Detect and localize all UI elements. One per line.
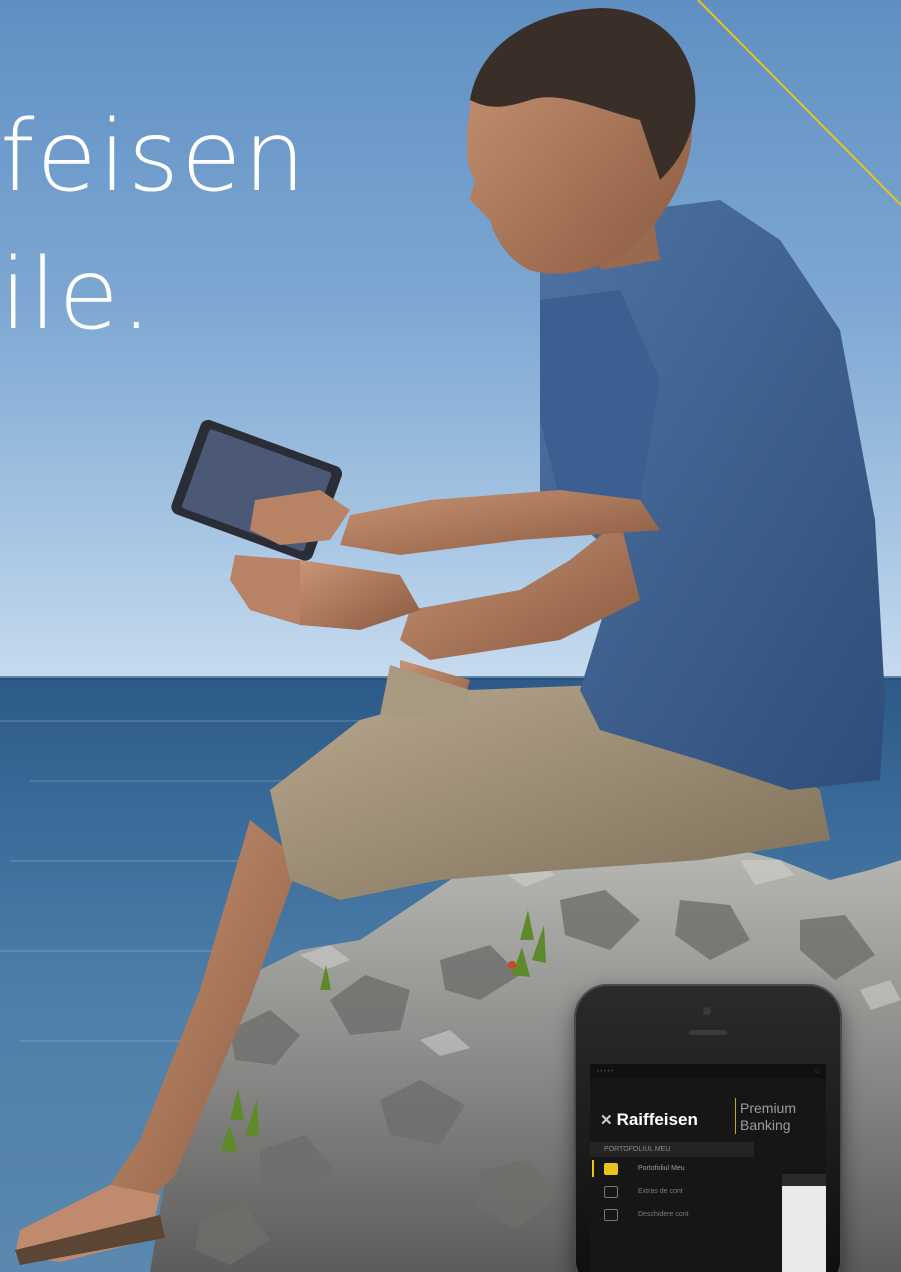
open-account-icon <box>604 1208 618 1221</box>
menu-item-label: Portofoliul Meu <box>638 1165 685 1172</box>
section-header: PORTOFOLIUL MEU <box>590 1142 754 1157</box>
brand-logo: ✕ Raiffeisen <box>600 1110 698 1130</box>
side-panel-preview <box>782 1174 826 1272</box>
menu-item-label: Deschidere cont <box>638 1211 689 1218</box>
brand-divider <box>735 1098 736 1134</box>
x-logo-icon: ✕ <box>600 1112 613 1129</box>
signal-icon: ••••• <box>596 1067 614 1075</box>
status-bar: ••••• ▭ <box>590 1064 826 1078</box>
photo-scene: feisen ile. ••••• ▭ ✕ Raiffeisen Premium… <box>0 0 901 1272</box>
smartphone: ••••• ▭ ✕ Raiffeisen Premium Banking PORT… <box>574 984 842 1272</box>
phone-camera <box>703 1007 711 1015</box>
side-panel-header <box>782 1174 826 1186</box>
phone-speaker <box>689 1030 727 1035</box>
battery-icon: ▭ <box>814 1067 820 1075</box>
premium-line-2: Banking <box>740 1117 791 1133</box>
statement-icon <box>604 1185 618 1198</box>
wallet-icon <box>604 1162 618 1175</box>
premium-banking-label: Premium Banking <box>740 1100 796 1134</box>
premium-line-1: Premium <box>740 1100 797 1116</box>
app-header: ✕ Raiffeisen Premium Banking <box>590 1078 826 1142</box>
menu-item-label: Extras de cont <box>638 1188 683 1195</box>
phone-screen: ••••• ▭ ✕ Raiffeisen Premium Banking PORT… <box>590 1064 826 1272</box>
brand-name: Raiffeisen <box>616 1110 698 1129</box>
